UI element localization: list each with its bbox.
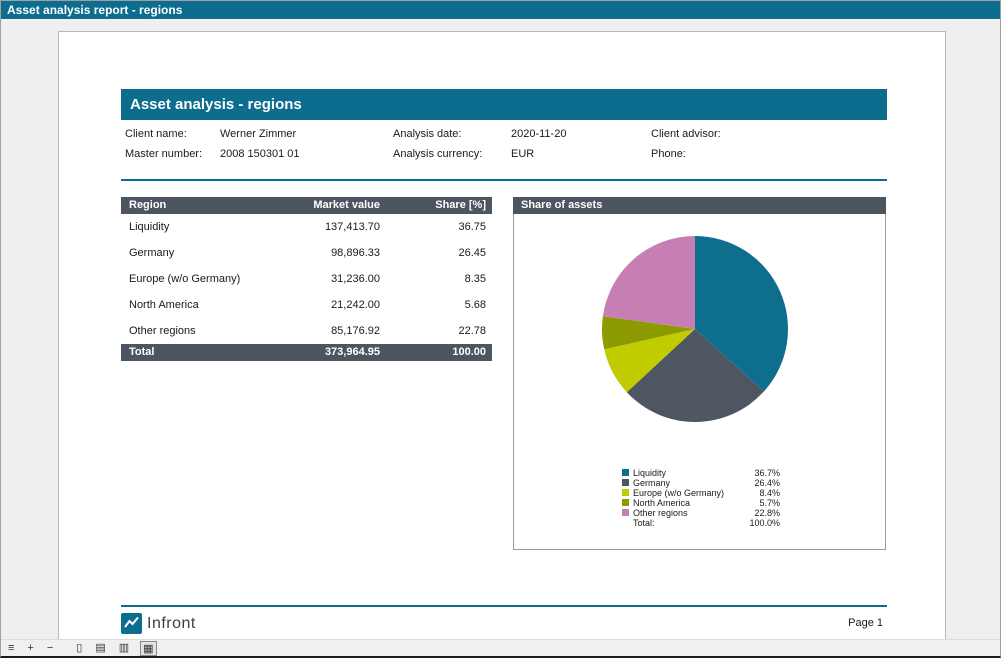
info-label: Master number: [125, 148, 220, 168]
share-cell: 36.75 [380, 214, 486, 240]
chart-legend: Liquidity36.7%Germany26.4%Europe (w/o Ge… [622, 468, 780, 528]
pie-chart [600, 234, 790, 424]
report-preview-area: Asset analysis - regions Client name:Wer… [1, 19, 1000, 639]
market-value-cell: 137,413.70 [270, 214, 380, 240]
legend-row: Liquidity36.7% [622, 468, 780, 478]
legend-swatch [622, 479, 629, 486]
table-row: North America21,242.005.68 [121, 292, 492, 318]
legend-value: 36.7% [740, 468, 780, 478]
info-value [801, 148, 925, 168]
chart-box: Liquidity36.7%Germany26.4%Europe (w/o Ge… [513, 214, 886, 550]
region-cell: Germany [129, 240, 270, 266]
region-table-total-row: Total373,964.95100.00 [121, 344, 492, 361]
share-cell: 5.68 [380, 292, 486, 318]
report-page: Asset analysis - regions Client name:Wer… [58, 31, 946, 639]
thumbnail-grid-view-icon[interactable]: ▦ [140, 641, 156, 656]
legend-value: 100.0% [740, 518, 780, 528]
info-value: 2020-11-20 [511, 128, 651, 148]
share-cell: 100.00 [380, 344, 486, 361]
info-value: EUR [511, 148, 651, 168]
legend-value: 8.4% [740, 488, 780, 498]
market-value-cell: 31,236.00 [270, 266, 380, 292]
legend-label: Europe (w/o Germany) [633, 488, 740, 498]
infront-logo-icon [121, 613, 142, 634]
legend-label: Total: [633, 518, 740, 528]
legend-swatch [622, 499, 629, 506]
legend-row: Germany26.4% [622, 478, 780, 488]
region-cell: Europe (w/o Germany) [129, 266, 270, 292]
market-value-cell: 85,176.92 [270, 318, 380, 344]
window-title-bar: Asset analysis report - regions [1, 1, 1000, 19]
share-of-assets-panel: Share of assets Liquidity36.7%Germany26.… [513, 197, 886, 550]
zoom-out-icon[interactable]: − [45, 641, 55, 656]
info-label: Analysis currency: [393, 148, 511, 168]
share-cell: 22.78 [380, 318, 486, 344]
info-label: Phone: [651, 148, 801, 168]
legend-value: 22.8% [740, 508, 780, 518]
legend-label: Other regions [633, 508, 740, 518]
info-label: Client advisor: [651, 128, 801, 148]
client-info: Client name:Werner ZimmerAnalysis date:2… [125, 128, 925, 168]
table-row: Europe (w/o Germany)31,236.008.35 [121, 266, 492, 292]
report-title-band: Asset analysis - regions [121, 89, 887, 120]
chart-panel-header: Share of assets [513, 197, 886, 214]
table-row: Liquidity137,413.7036.75 [121, 214, 492, 240]
legend-value: 5.7% [740, 498, 780, 508]
page-number-label: Page 1 [848, 617, 883, 629]
continuous-view-icon[interactable]: ▤ [93, 641, 107, 656]
info-value: 2008 150301 01 [220, 148, 393, 168]
region-table: RegionMarket valueShare [%] Liquidity137… [121, 197, 492, 361]
legend-swatch [622, 469, 629, 476]
footer-divider [121, 605, 887, 607]
share-cell: 8.35 [380, 266, 486, 292]
share-cell: 26.45 [380, 240, 486, 266]
status-toolbar: ≡ +− ▯ ▤ ▥ ▦ [1, 639, 1000, 656]
info-value: Werner Zimmer [220, 128, 393, 148]
header-divider [121, 179, 887, 181]
market-value-cell: 21,242.00 [270, 292, 380, 318]
region-table-header: RegionMarket valueShare [%] [121, 197, 492, 214]
legend-row: Europe (w/o Germany)8.4% [622, 488, 780, 498]
region-cell: Liquidity [129, 214, 270, 240]
legend-value: 26.4% [740, 478, 780, 488]
table-row: Germany98,896.3326.45 [121, 240, 492, 266]
info-label: Analysis date: [393, 128, 511, 148]
infront-logo-text: Infront [147, 613, 196, 634]
legend-row: North America5.7% [622, 498, 780, 508]
legend-row: Total:100.0% [622, 518, 780, 528]
window-title: Asset analysis report - regions [7, 3, 182, 17]
report-title: Asset analysis - regions [130, 96, 302, 113]
legend-label: North America [633, 498, 740, 508]
market-value-cell: 98,896.33 [270, 240, 380, 266]
region-cell: North America [129, 292, 270, 318]
market-value-cell: 373,964.95 [270, 344, 380, 361]
single-page-view-icon[interactable]: ▯ [74, 641, 84, 656]
zoom-in-icon[interactable]: + [25, 641, 35, 656]
info-value [801, 128, 925, 148]
region-table-body: Liquidity137,413.7036.75Germany98,896.33… [121, 214, 492, 344]
region-cell: Total [129, 344, 270, 361]
region-cell: Region [129, 197, 270, 214]
pie-slice-4 [603, 236, 695, 329]
legend-swatch [622, 489, 629, 496]
share-cell: Share [%] [380, 197, 486, 214]
menu-icon[interactable]: ≡ [6, 641, 16, 656]
chart-panel-title: Share of assets [521, 199, 602, 211]
table-row: Other regions85,176.9222.78 [121, 318, 492, 344]
legend-label: Liquidity [633, 468, 740, 478]
facing-pages-view-icon[interactable]: ▥ [117, 641, 131, 656]
legend-label: Germany [633, 478, 740, 488]
market-value-cell: Market value [270, 197, 380, 214]
legend-row: Other regions22.8% [622, 508, 780, 518]
info-label: Client name: [125, 128, 220, 148]
legend-swatch [622, 509, 629, 516]
region-cell: Other regions [129, 318, 270, 344]
